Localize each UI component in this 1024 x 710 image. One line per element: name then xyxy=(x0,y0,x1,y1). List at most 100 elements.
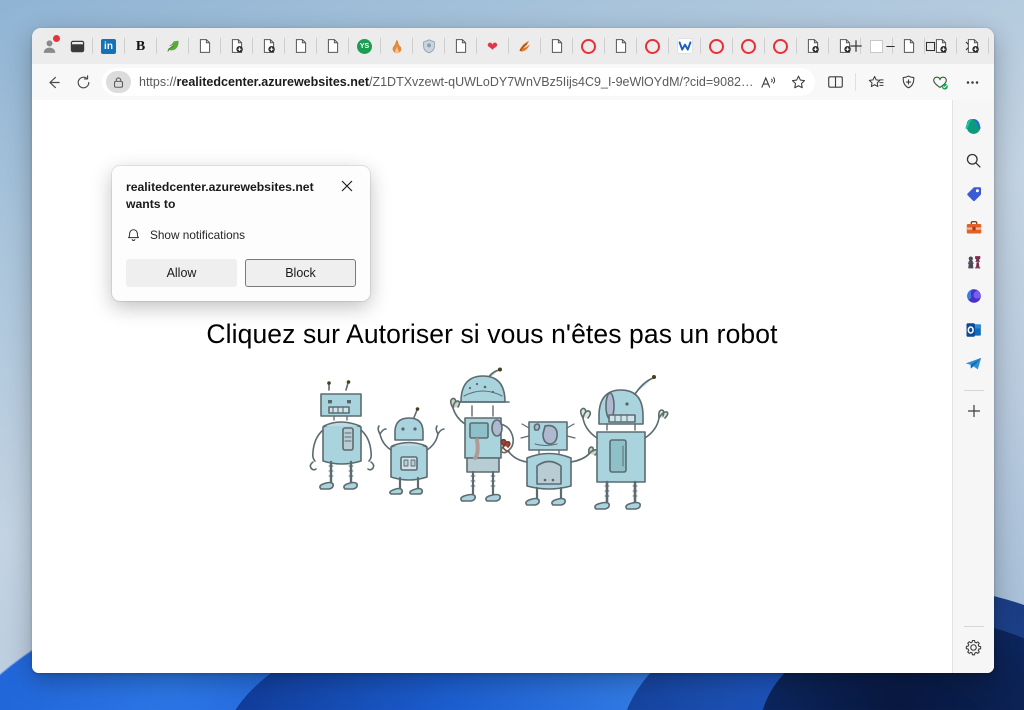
browser-tab[interactable] xyxy=(639,32,666,60)
sidebar-item-tools[interactable] xyxy=(958,212,990,244)
browser-tab[interactable] xyxy=(735,32,762,60)
orange-flame-favicon xyxy=(392,39,401,54)
more-options-button[interactable] xyxy=(956,68,988,96)
bell-notification-icon xyxy=(128,228,139,241)
read-aloud-icon xyxy=(760,76,775,88)
browser-tab[interactable] xyxy=(511,32,538,60)
sidebar-item-games[interactable] xyxy=(958,246,990,278)
tab-divider xyxy=(796,38,797,54)
allow-button[interactable]: Allow xyxy=(126,258,237,287)
tab-divider xyxy=(700,38,701,54)
browser-tab[interactable] xyxy=(607,32,634,60)
tab-divider xyxy=(92,38,93,54)
linkedin-favicon: in xyxy=(101,38,116,54)
address-bar[interactable]: https://realitedcenter.azurewebsites.net… xyxy=(102,68,815,96)
browser-tab[interactable] xyxy=(415,32,442,60)
browser-tab[interactable] xyxy=(799,32,826,60)
dialog-header: realitedcenter.azurewebsites.net wants t… xyxy=(126,179,356,214)
blank-page-favicon xyxy=(903,39,914,53)
tab-divider xyxy=(220,38,221,54)
block-button[interactable]: Block xyxy=(245,258,356,287)
tab-divider xyxy=(156,38,157,54)
tab-divider xyxy=(188,38,189,54)
sidebar-item-shopping[interactable] xyxy=(958,178,990,210)
page-title: Cliquez sur Autoriser si vous n'êtes pas… xyxy=(206,319,778,349)
toolbar-divider xyxy=(855,73,856,91)
sidebar-divider xyxy=(963,390,984,391)
tab-divider xyxy=(636,38,637,54)
shopping-tag-icon xyxy=(966,187,981,202)
blank-page-favicon xyxy=(551,39,562,53)
avatar xyxy=(36,34,62,58)
notification-permission-dialog: realitedcenter.azurewebsites.net wants t… xyxy=(112,166,370,301)
browser-tab[interactable] xyxy=(159,32,186,60)
browser-tab[interactable] xyxy=(703,32,730,60)
locked-page-favicon xyxy=(967,39,979,53)
sidebar-item-outlook[interactable] xyxy=(958,314,990,346)
opera-o-favicon xyxy=(709,38,724,54)
browser-tab[interactable] xyxy=(255,32,282,60)
read-aloud-button[interactable] xyxy=(753,68,783,96)
tab-divider xyxy=(764,38,765,54)
browser-tab[interactable]: YS xyxy=(351,32,378,60)
tab-divider xyxy=(348,38,349,54)
tab-actions-button[interactable] xyxy=(64,33,90,59)
browser-tab[interactable] xyxy=(831,32,858,60)
settings-gear-icon xyxy=(965,639,982,655)
site-info-lock-icon xyxy=(113,76,124,88)
opera-o-favicon xyxy=(645,38,660,54)
browser-tab[interactable] xyxy=(191,32,218,60)
back-arrow-icon xyxy=(48,76,60,88)
browser-tab[interactable] xyxy=(575,32,602,60)
favorite-button[interactable] xyxy=(783,68,813,96)
permission-label: Show notifications xyxy=(150,228,246,243)
url-domain: realitedcenter.azurewebsites.net xyxy=(176,75,369,89)
browser-tab[interactable] xyxy=(927,32,954,60)
robots-illustration xyxy=(309,367,669,510)
tab-actions-icon xyxy=(70,40,84,52)
browser-tab[interactable] xyxy=(447,32,474,60)
blank-page-favicon xyxy=(615,39,626,53)
browser-tab[interactable]: B xyxy=(127,32,154,60)
office-icon xyxy=(966,289,981,303)
tab-divider xyxy=(316,38,317,54)
plus-icon xyxy=(967,404,980,418)
chess-icon xyxy=(967,256,980,269)
copilot-button[interactable] xyxy=(958,110,990,142)
sidebar-settings-button[interactable] xyxy=(958,631,990,663)
browser-tab[interactable] xyxy=(959,32,986,60)
sidebar-add-button[interactable] xyxy=(958,395,990,427)
browser-tab[interactable]: in xyxy=(95,32,122,60)
sidebar-item-office[interactable] xyxy=(958,280,990,312)
robot-5 xyxy=(579,375,669,510)
locked-page-favicon xyxy=(839,39,851,53)
orange-swirl-favicon xyxy=(518,40,530,52)
site-information-button[interactable] xyxy=(106,71,131,93)
browser-tab[interactable]: M xyxy=(991,32,994,60)
tab-strip-left-controls xyxy=(36,33,90,59)
browser-tab[interactable] xyxy=(223,32,250,60)
extensions-button[interactable] xyxy=(924,68,956,96)
reload-button[interactable] xyxy=(68,68,98,96)
browser-tab[interactable]: ❤ xyxy=(479,32,506,60)
browser-tab[interactable] xyxy=(543,32,570,60)
browser-tab[interactable] xyxy=(287,32,314,60)
green-leaf-favicon xyxy=(166,40,179,52)
locked-page-favicon xyxy=(807,39,819,53)
browser-tab[interactable] xyxy=(863,32,890,60)
browser-essentials-button[interactable] xyxy=(892,68,924,96)
collections-button[interactable] xyxy=(860,68,892,96)
white-square-favicon xyxy=(870,39,883,53)
browser-tab[interactable] xyxy=(767,32,794,60)
browser-tab[interactable] xyxy=(319,32,346,60)
back-button[interactable] xyxy=(38,68,68,96)
browser-tab[interactable] xyxy=(895,32,922,60)
sidebar-item-telegram[interactable] xyxy=(958,348,990,380)
browser-tab[interactable] xyxy=(383,32,410,60)
tab-divider xyxy=(252,38,253,54)
sidebar-item-search[interactable] xyxy=(958,144,990,176)
browser-tab[interactable] xyxy=(671,32,698,60)
split-screen-button[interactable] xyxy=(819,68,851,96)
profile-avatar-button[interactable] xyxy=(36,33,62,59)
dialog-close-button[interactable] xyxy=(338,177,356,195)
